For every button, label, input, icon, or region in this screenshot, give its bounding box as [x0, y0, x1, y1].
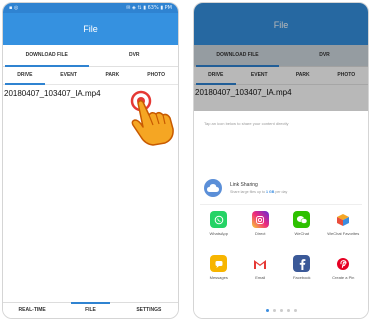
page-dot[interactable]	[265, 309, 269, 312]
whatsapp-icon	[210, 211, 228, 228]
link-sharing-option[interactable]: Link Sharing Share large files up to 1 G…	[204, 179, 287, 197]
sub-tabs: DRIVE EVENT PARK PHOTO	[3, 67, 178, 85]
wechat-favorites-icon	[334, 211, 352, 228]
link-sharing-subtitle: Share large files up to 1 GB per day	[230, 190, 288, 194]
dim-overlay	[194, 3, 368, 111]
share-app-wechat[interactable]: WeChat	[281, 211, 323, 255]
page-title: File	[83, 24, 98, 34]
pinterest-icon	[334, 255, 352, 272]
share-app-row: WhatsApp Direct WeChat WeChat Favorites	[198, 211, 364, 255]
email-icon	[251, 255, 269, 272]
share-app-wechat-favorites[interactable]: WeChat Favorites	[323, 211, 365, 255]
share-app-direct[interactable]: Direct	[240, 211, 282, 255]
top-tabs: DOWNLOAD FILE DVR	[3, 45, 178, 67]
tap-hand-icon	[130, 90, 174, 146]
tab-download-file[interactable]: DOWNLOAD FILE	[3, 45, 91, 67]
share-app-facebook[interactable]: Facebook	[281, 255, 323, 299]
nav-settings[interactable]: SETTINGS	[120, 303, 178, 318]
nav-file[interactable]: FILE	[61, 302, 119, 318]
share-app-grid: WhatsApp Direct WeChat WeChat Favorites …	[198, 211, 364, 299]
page-dot[interactable]	[272, 309, 276, 312]
link-sharing-title: Link Sharing	[230, 182, 258, 188]
phone-right: File DOWNLOAD FILE DVR DRIVE EVENT PARK …	[193, 2, 369, 319]
status-right: ✉ ◈ ⇅ ▮ 63% ▮ PM	[126, 5, 172, 11]
share-app-messages[interactable]: Messages	[198, 255, 240, 299]
phone-left: ▪ ◎ ✉ ◈ ⇅ ▮ 63% ▮ PM File DOWNLOAD FILE …	[2, 2, 179, 319]
cloud-link-icon	[204, 179, 222, 197]
status-bar: ▪ ◎ ✉ ◈ ⇅ ▮ 63% ▮ PM	[3, 3, 178, 13]
page-indicator	[194, 309, 368, 312]
share-app-email[interactable]: Email	[240, 255, 282, 299]
tab-drive[interactable]: DRIVE	[3, 67, 47, 85]
instagram-direct-icon	[251, 211, 269, 228]
share-app-row: Messages Email Facebook Create a Pin	[198, 255, 364, 299]
bottom-nav: REAL-TIME FILE SETTINGS	[3, 302, 178, 318]
tab-photo[interactable]: PHOTO	[134, 67, 178, 84]
divider	[200, 204, 362, 205]
page-dot[interactable]	[293, 309, 297, 312]
share-sheet: Tap an icon below to share your content …	[194, 111, 368, 318]
tab-event[interactable]: EVENT	[47, 67, 91, 84]
share-app-pinterest[interactable]: Create a Pin	[323, 255, 365, 299]
wechat-icon	[293, 211, 311, 228]
tab-park[interactable]: PARK	[91, 67, 135, 84]
app-bar: File	[3, 13, 178, 45]
page-dot[interactable]	[286, 309, 290, 312]
share-app-whatsapp[interactable]: WhatsApp	[198, 211, 240, 255]
status-left: ▪ ◎	[9, 5, 19, 11]
facebook-icon	[293, 255, 311, 272]
nav-real-time[interactable]: REAL-TIME	[3, 303, 61, 318]
messages-icon	[210, 255, 228, 272]
tab-dvr[interactable]: DVR	[91, 45, 179, 66]
share-hint: Tap an icon below to share your content …	[204, 121, 289, 126]
page-dot[interactable]	[279, 309, 283, 312]
